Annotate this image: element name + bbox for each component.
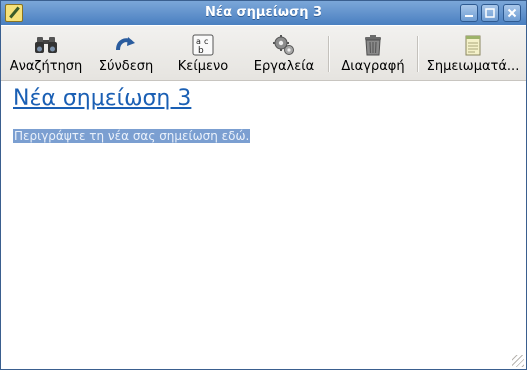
note-window: Νέα σημείωση 3 Αναζήτηση Σύνδεση a c b Κ… <box>0 0 527 370</box>
maximize-button[interactable] <box>481 4 499 22</box>
notebooks-button[interactable]: Σημειωματά... <box>425 30 521 76</box>
binoculars-icon <box>35 37 57 53</box>
gears-icon <box>273 35 294 55</box>
maximize-icon <box>485 8 495 18</box>
search-button[interactable]: Αναζήτηση <box>7 30 85 76</box>
close-button[interactable] <box>503 4 521 22</box>
link-arrow-icon <box>116 37 135 51</box>
toolbar-separator <box>417 36 419 72</box>
text-button[interactable]: a c b Κείμενο <box>171 30 235 76</box>
notepad-icon <box>465 35 481 56</box>
close-icon <box>507 8 517 18</box>
delete-button[interactable]: Διαγραφή <box>337 30 409 76</box>
note-body-text[interactable]: Περιγράψτε τη νέα σας σημείωση εδώ. <box>13 129 251 143</box>
minimize-button[interactable] <box>460 4 478 22</box>
text-format-icon: a c b <box>192 34 214 56</box>
svg-text:c: c <box>204 37 208 46</box>
search-label: Αναζήτηση <box>9 59 83 74</box>
toolbar: Αναζήτηση Σύνδεση a c b Κείμενο Εργαλεία… <box>1 26 526 81</box>
link-button[interactable]: Σύνδεση <box>93 30 159 76</box>
notebooks-label: Σημειωματά... <box>426 59 520 74</box>
link-label: Σύνδεση <box>98 59 154 74</box>
resize-grip[interactable] <box>512 355 524 367</box>
delete-label: Διαγραφή <box>341 59 405 74</box>
text-label: Κείμενο <box>177 59 229 74</box>
svg-text:b: b <box>198 46 204 56</box>
svg-text:a: a <box>196 37 201 46</box>
trash-icon <box>365 35 381 56</box>
tools-button[interactable]: Εργαλεία <box>249 30 319 76</box>
minimize-icon <box>465 15 473 17</box>
title-bar[interactable]: Νέα σημείωση 3 <box>1 1 526 25</box>
note-title-link[interactable]: Νέα σημείωση 3 <box>13 86 191 111</box>
tools-label: Εργαλεία <box>253 59 315 74</box>
toolbar-separator <box>328 36 330 72</box>
window-title: Νέα σημείωση 3 <box>204 5 323 20</box>
